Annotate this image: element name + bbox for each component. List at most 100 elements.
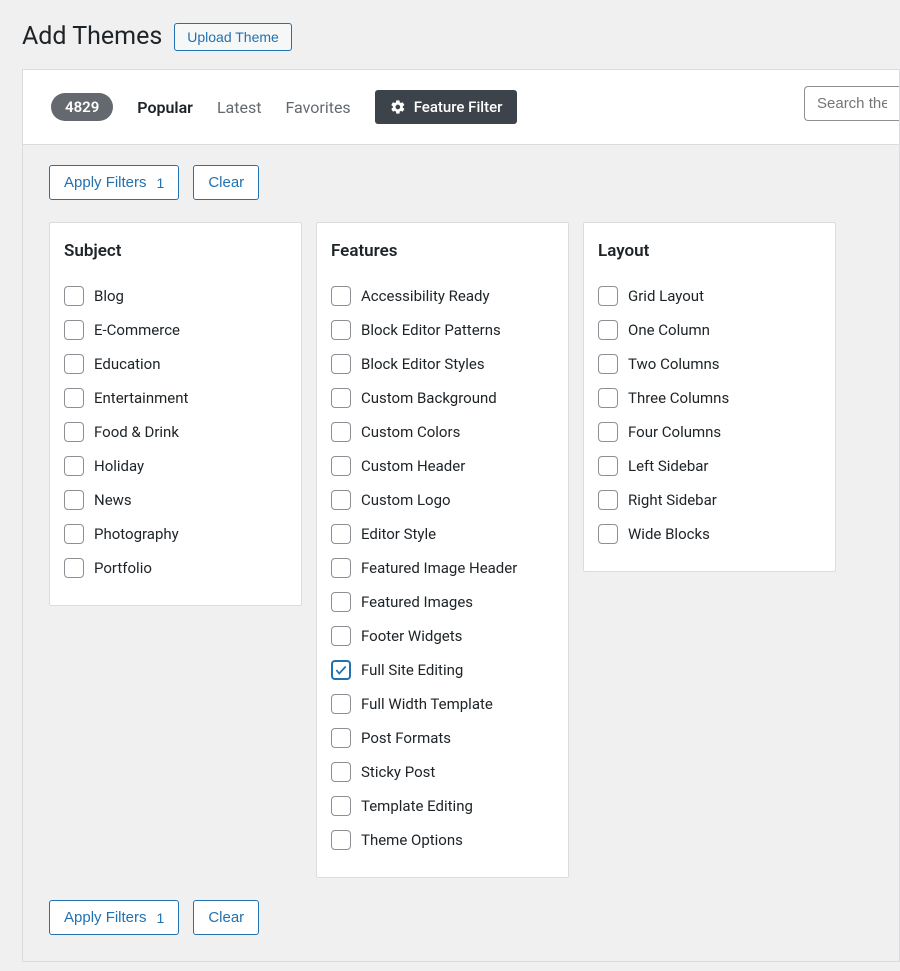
feature-filter-label: Feature Filter <box>414 98 503 116</box>
checkbox[interactable] <box>64 320 84 340</box>
check-icon <box>334 663 348 677</box>
column-subject-list: BlogE-CommerceEducation Entertainment Food… <box>64 279 287 585</box>
column-layout-title: Layout <box>598 241 821 261</box>
checkbox[interactable] <box>331 320 351 340</box>
checkbox[interactable] <box>331 728 351 748</box>
checkbox[interactable] <box>598 524 618 544</box>
checkbox[interactable] <box>598 354 618 374</box>
page-header: Add Themes Upload Theme <box>0 0 900 69</box>
filter-option[interactable]: E-Commerce <box>64 313 287 347</box>
filter-option[interactable]: One Column <box>598 313 821 347</box>
checkbox[interactable] <box>64 558 84 578</box>
apply-filters-button-bottom[interactable]: Apply Filters 1 <box>49 900 179 935</box>
filter-option[interactable]: Featured Image Header <box>331 551 554 585</box>
checkbox[interactable] <box>331 830 351 850</box>
checkbox[interactable] <box>331 490 351 510</box>
checkbox[interactable] <box>331 524 351 544</box>
checkbox[interactable] <box>331 660 351 680</box>
column-subject: Subject BlogE-CommerceEducationEntertain… <box>49 222 302 606</box>
page-title: Add Themes <box>22 22 162 51</box>
checkbox[interactable] <box>64 456 84 476</box>
filter-option[interactable]: Accessibility Ready <box>331 279 554 313</box>
checkbox[interactable] <box>331 762 351 782</box>
filter-option[interactable]: Holiday <box>64 449 287 483</box>
filter-option[interactable]: Post Formats <box>331 721 554 755</box>
filter-option[interactable]: Full Site Editing <box>331 653 554 687</box>
filter-option[interactable]: Wide Blocks <box>598 517 821 551</box>
filter-option[interactable]: Portfolio <box>64 551 287 585</box>
filter-option[interactable]: Custom Header <box>331 449 554 483</box>
filter-option-label: Entertainment <box>94 389 188 407</box>
checkbox[interactable] <box>598 490 618 510</box>
filter-option-label: Grid Layout <box>628 287 704 305</box>
filter-option[interactable]: Food & Drink <box>64 415 287 449</box>
checkbox[interactable] <box>598 456 618 476</box>
feature-filter-button[interactable]: Feature Filter <box>375 90 518 124</box>
checkbox[interactable] <box>64 524 84 544</box>
filter-option[interactable]: Right Sidebar <box>598 483 821 517</box>
checkbox[interactable] <box>331 456 351 476</box>
filter-option[interactable]: Four Columns <box>598 415 821 449</box>
upload-theme-button[interactable]: Upload Theme <box>174 23 292 51</box>
filter-option[interactable]: Photography <box>64 517 287 551</box>
checkbox[interactable] <box>64 388 84 408</box>
column-features: Features Accessibility ReadyBlock Editor… <box>316 222 569 878</box>
apply-filters-button[interactable]: Apply Filters 1 <box>49 165 179 200</box>
tab-popular[interactable]: Popular <box>137 98 193 117</box>
filter-option-label: Full Site Editing <box>361 661 463 679</box>
checkbox[interactable] <box>331 388 351 408</box>
filter-option[interactable]: Block Editor Patterns <box>331 313 554 347</box>
filter-option[interactable]: Blog <box>64 279 287 313</box>
checkbox[interactable] <box>64 490 84 510</box>
filter-option[interactable]: Grid Layout <box>598 279 821 313</box>
checkbox[interactable] <box>598 388 618 408</box>
filter-option[interactable]: Template Editing <box>331 789 554 823</box>
filter-option[interactable]: Full Width Template <box>331 687 554 721</box>
filter-option[interactable]: Sticky Post <box>331 755 554 789</box>
filter-option[interactable]: Block Editor Styles <box>331 347 554 381</box>
filter-option[interactable]: Education <box>64 347 287 381</box>
filter-option[interactable]: Featured Images <box>331 585 554 619</box>
clear-filters-button-bottom[interactable]: Clear <box>193 900 259 935</box>
filter-option-label: Custom Background <box>361 389 497 407</box>
checkbox[interactable] <box>598 422 618 442</box>
checkbox[interactable] <box>598 320 618 340</box>
filter-option[interactable]: Custom Colors <box>331 415 554 449</box>
checkbox[interactable] <box>64 422 84 442</box>
checkbox[interactable] <box>331 422 351 442</box>
filter-option-label: Food & Drink <box>94 423 179 441</box>
checkbox[interactable] <box>331 354 351 374</box>
filter-option[interactable]: Footer Widgets <box>331 619 554 653</box>
tab-latest[interactable]: Latest <box>217 98 262 117</box>
column-layout: Layout Grid Layout One ColumnTwo Columns T… <box>583 222 836 572</box>
checkbox[interactable] <box>64 354 84 374</box>
checkbox[interactable] <box>331 286 351 306</box>
tab-favorites[interactable]: Favorites <box>285 98 350 117</box>
filter-option[interactable]: Editor Style <box>331 517 554 551</box>
filter-option[interactable]: Theme Options <box>331 823 554 857</box>
checkbox[interactable] <box>331 626 351 646</box>
clear-filters-button[interactable]: Clear <box>193 165 259 200</box>
filter-option[interactable]: Three Columns <box>598 381 821 415</box>
filter-option[interactable]: Custom Logo <box>331 483 554 517</box>
filter-option-label: Custom Logo <box>361 491 451 509</box>
filter-option[interactable]: Custom Background <box>331 381 554 415</box>
checkbox[interactable] <box>331 796 351 816</box>
column-layout-list: Grid Layout One ColumnTwo Columns Three Co… <box>598 279 821 551</box>
search-input[interactable] <box>804 86 899 121</box>
filter-option-label: Three Columns <box>628 389 729 407</box>
filter-option[interactable]: Two Columns <box>598 347 821 381</box>
filter-option[interactable]: News <box>64 483 287 517</box>
apply-filters-label: Apply Filters <box>64 174 147 191</box>
filter-option-label: Photography <box>94 525 179 543</box>
filter-option[interactable]: Left Sidebar <box>598 449 821 483</box>
checkbox[interactable] <box>64 286 84 306</box>
checkbox[interactable] <box>331 592 351 612</box>
checkbox[interactable] <box>331 558 351 578</box>
filter-option[interactable]: Entertainment <box>64 381 287 415</box>
theme-count-pill: 4829 <box>51 93 113 121</box>
checkbox[interactable] <box>598 286 618 306</box>
filter-option-label: Featured Images <box>361 593 473 611</box>
filter-option-label: Wide Blocks <box>628 525 710 543</box>
checkbox[interactable] <box>331 694 351 714</box>
